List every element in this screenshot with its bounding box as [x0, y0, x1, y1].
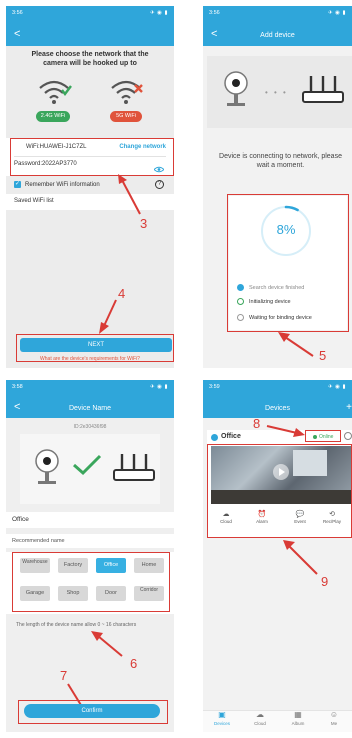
annotation-box-chips	[12, 552, 170, 612]
device-status-dot-icon	[211, 434, 218, 441]
router-icon	[301, 72, 345, 113]
wifi-ok-icon	[36, 76, 72, 106]
back-button[interactable]: <	[211, 28, 217, 40]
tab-devices[interactable]: ▣ Devices	[207, 710, 237, 726]
tab-label: Album	[291, 721, 305, 726]
annotation-box-progress	[227, 194, 349, 332]
back-button[interactable]: <	[14, 401, 20, 413]
status-bar: 3:56 ✈ ◉ ▮	[203, 6, 352, 20]
control-icon: ⟲	[329, 511, 335, 518]
status-icons: ✈ ◉ ▮	[150, 384, 168, 390]
control-icon: ☁	[222, 511, 230, 518]
tab-album[interactable]: ▦ Album	[283, 710, 313, 726]
status-icons: ✈ ◉ ▮	[150, 10, 168, 16]
status-bar: 3:58 ✈ ◉ ▮	[6, 380, 174, 394]
status-time: 3:58	[12, 384, 23, 390]
page-title: Devices	[265, 405, 290, 412]
network-heading: Please choose the network that the camer…	[31, 51, 149, 67]
name-panel	[6, 512, 174, 528]
device-id: ID:2e30436f98	[73, 424, 107, 430]
tab-icon: ▣	[218, 710, 226, 719]
control-cloud[interactable]: ☁ Cloud	[211, 510, 241, 524]
wifi-24g-badge: 2.4G WiFi	[36, 111, 70, 122]
help-icon[interactable]: ?	[155, 180, 164, 189]
status-icons: ✈ ◉ ▮	[328, 10, 346, 16]
router-icon	[112, 450, 156, 491]
tab-icon: ☁	[256, 710, 264, 719]
annotation-label-3: 3	[140, 216, 148, 231]
tab-icon: ▦	[294, 710, 302, 719]
page-title: Device Name	[68, 405, 111, 412]
screen-device-name: Device Name < 3:58 ✈ ◉ ▮ ID:2e30436f98 O…	[6, 380, 174, 732]
control-label: Rec/Play	[322, 519, 341, 524]
tab-cloud[interactable]: ☁ Cloud	[245, 710, 275, 726]
control-label: Cloud	[220, 519, 232, 524]
annotation-box-online	[305, 430, 341, 442]
wifi-blocked-icon	[108, 76, 144, 106]
device-name: Office	[221, 433, 241, 440]
annotation-box-next	[16, 334, 174, 362]
control-rec-play[interactable]: ⟲ Rec/Play	[317, 510, 347, 524]
saved-wifi-list-link[interactable]: Saved WiFi list	[14, 198, 54, 204]
annotation-arrow-8	[266, 425, 305, 437]
annotation-box-confirm	[18, 700, 168, 724]
length-hint: The length of the device name allow 0 ~ …	[16, 622, 137, 628]
device-name-input[interactable]: Office	[12, 516, 29, 523]
remember-label: Remember WiFi information	[25, 182, 100, 188]
status-bar: 3:56 ✈ ◉ ▮	[6, 6, 174, 20]
screen-add-device: Add device < 3:56 ✈ ◉ ▮ • • • Device is …	[203, 6, 352, 368]
control-icon: 💬	[295, 511, 305, 518]
annotation-arrow-3	[118, 174, 141, 215]
tab-label: Cloud	[254, 721, 266, 726]
tab-me[interactable]: ☺ Me	[319, 710, 349, 726]
control-icon: ⏰	[257, 511, 267, 518]
back-button[interactable]: <	[14, 28, 20, 40]
control-label: Alarm	[256, 519, 268, 524]
camera-icon	[223, 70, 249, 115]
remember-checkbox[interactable]: ✓	[14, 181, 21, 188]
annotation-label-8: 8	[253, 416, 261, 431]
status-time: 3:59	[209, 384, 220, 390]
annotation-box-credentials	[10, 138, 174, 176]
control-alarm[interactable]: ⏰ Alarm	[247, 510, 277, 524]
annotation-arrow-4	[99, 299, 117, 334]
status-time: 3:56	[12, 10, 23, 16]
page-title: Add device	[260, 32, 295, 39]
status-icons: ✈ ◉ ▮	[328, 384, 346, 390]
add-device-icon[interactable]: +	[346, 402, 352, 413]
control-label: Event	[294, 519, 306, 524]
camera-icon	[34, 448, 60, 493]
annotation-arrow-9	[283, 540, 318, 575]
settings-icon[interactable]	[344, 432, 352, 440]
tab-label: Devices	[213, 721, 230, 726]
annotation-label-5: 5	[319, 348, 327, 363]
annotation-label-9: 9	[321, 574, 329, 589]
checkmark-icon	[72, 454, 102, 481]
tab-label: Me	[330, 721, 338, 726]
connecting-message: Device is connecting to network, please …	[219, 153, 342, 169]
screen-network-select: 3:56 ✈ ◉ ▮ < Please choose the network t…	[6, 6, 174, 368]
tab-icon: ☺	[329, 710, 339, 719]
annotation-label-7: 7	[60, 668, 68, 683]
connecting-dots-icon: • • •	[265, 88, 288, 97]
screen-devices: Devices 3:59 ✈ ◉ ▮ + Office Online 8 ☁ Cl…	[203, 380, 352, 732]
status-time: 3:56	[209, 10, 220, 16]
annotation-arrow-6	[91, 631, 123, 657]
annotation-label-6: 6	[130, 656, 138, 671]
wifi-5g-badge: 5G WiFi	[110, 111, 142, 122]
annotation-arrow-5	[278, 332, 314, 357]
status-bar: 3:59 ✈ ◉ ▮	[203, 380, 352, 394]
recommended-label: Recommended name	[12, 538, 65, 544]
control-event[interactable]: 💬 Event	[285, 510, 315, 524]
